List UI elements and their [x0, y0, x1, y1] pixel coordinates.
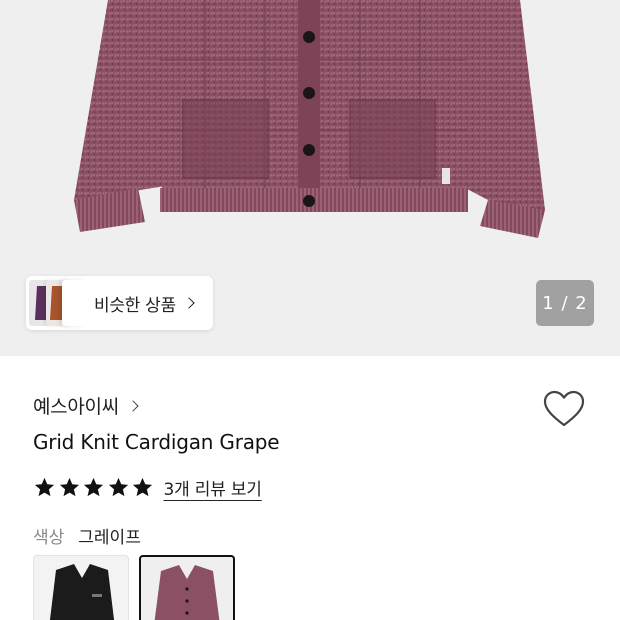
selected-color-value: 그레이프 [78, 528, 141, 548]
heart-icon [543, 390, 585, 427]
brand-link[interactable]: 예스아이씨 [33, 392, 139, 419]
wishlist-heart-button[interactable] [542, 388, 586, 430]
product-image-gallery[interactable]: 비슷한 상품 1 / 2 [0, 0, 620, 356]
product-title: Grid Knit Cardigan Grape [33, 430, 280, 454]
color-option-row: 색상 그레이프 [33, 523, 141, 548]
chevron-right-icon [127, 399, 139, 412]
similar-thumb-white [62, 280, 86, 326]
swatch-image-black [49, 564, 115, 620]
reviews-link[interactable]: 3개 리뷰 보기 [164, 475, 262, 500]
star-rating [33, 476, 156, 499]
swatch-image-grape [154, 565, 220, 620]
chevron-right-icon [183, 297, 195, 309]
star-icon [108, 477, 128, 497]
rating-row: 3개 리뷰 보기 [33, 475, 262, 500]
similar-products-label: 비슷한 상품 [94, 295, 176, 316]
color-swatch-grape[interactable] [139, 555, 235, 620]
color-label: 색상 [33, 528, 65, 548]
star-icon [132, 477, 153, 497]
image-page-counter: 1 / 2 [536, 280, 594, 326]
similar-products-thumbnails [26, 276, 86, 330]
similar-products-button[interactable]: 비슷한 상품 [26, 276, 213, 330]
star-icon [34, 477, 55, 497]
star-icon [83, 477, 104, 497]
color-swatch-black[interactable] [33, 555, 129, 620]
star-icon [59, 477, 79, 497]
brand-name: 예스아이씨 [33, 396, 119, 418]
